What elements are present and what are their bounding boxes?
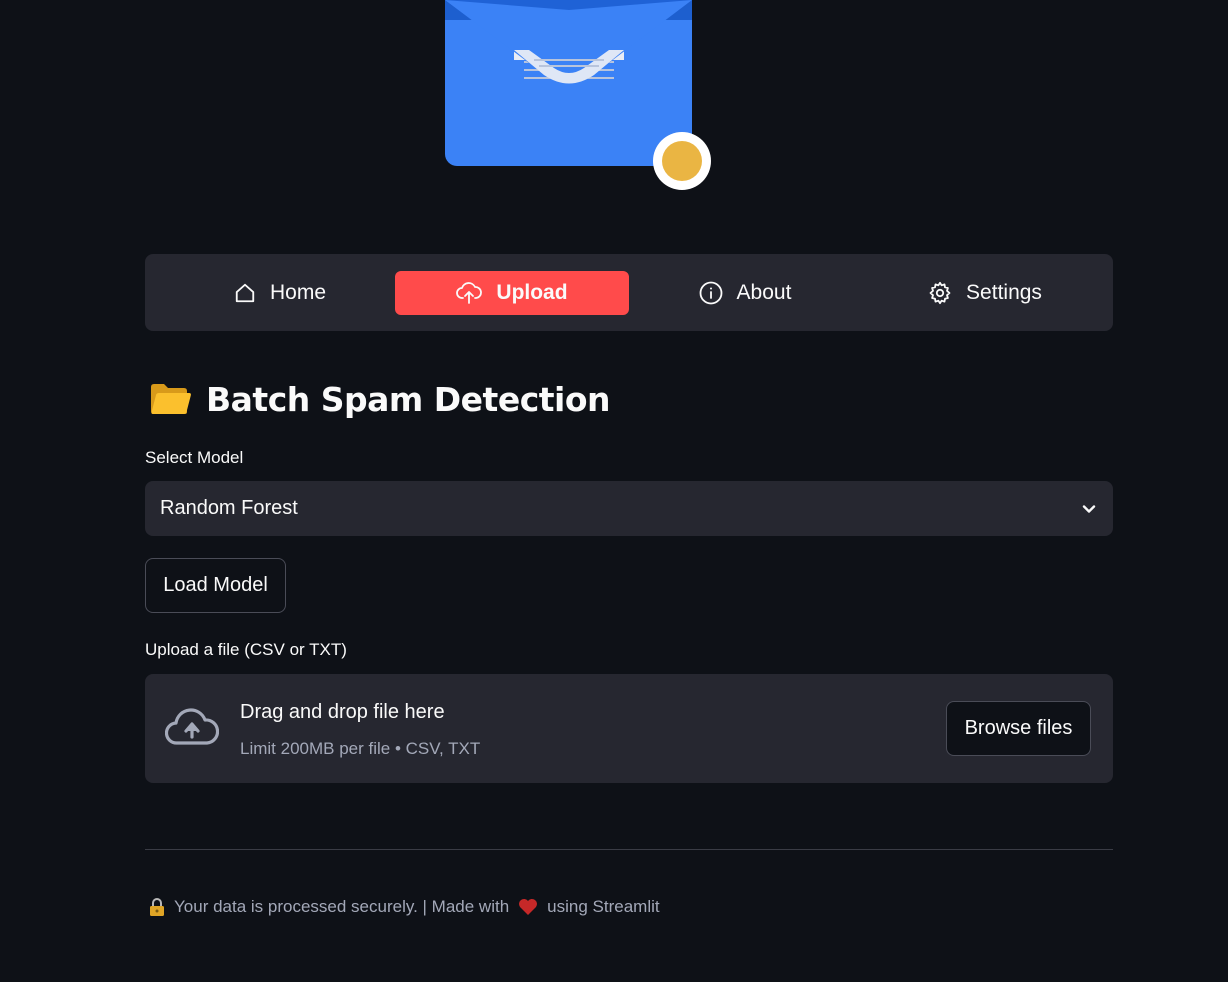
cloud-upload-icon — [456, 282, 483, 304]
divider — [145, 849, 1113, 850]
dropzone-limit-text: Limit 200MB per file • CSV, TXT — [240, 739, 481, 758]
model-select-value: Random Forest — [160, 497, 298, 519]
footer-text-before: Your data is processed securely. | Made … — [174, 897, 510, 916]
dropzone-title: Drag and drop file here — [240, 701, 445, 723]
model-select[interactable]: Random Forest — [145, 481, 1113, 536]
folder-icon — [151, 384, 191, 414]
app-page: Home Upload About Settings Batch Spam De… — [0, 0, 1228, 982]
select-model-label: Select Model — [145, 448, 244, 467]
footer: Your data is processed securely. | Made … — [148, 897, 660, 917]
info-icon — [699, 281, 722, 305]
nav-item-upload[interactable]: Upload — [395, 271, 629, 315]
house-icon — [235, 283, 255, 303]
cloud-upload-icon — [165, 708, 219, 745]
upload-label: Upload a file (CSV or TXT) — [145, 640, 347, 659]
nav-item-settings[interactable]: Settings — [885, 271, 1085, 315]
nav-menu: Home Upload About Settings — [145, 254, 1113, 331]
nav-item-label: Home — [269, 281, 327, 304]
footer-text-after: using Streamlit — [547, 897, 660, 916]
nav-item-about[interactable]: About — [665, 271, 825, 315]
gear-icon — [929, 281, 951, 305]
nav-item-label: Upload — [496, 281, 568, 304]
envelope-logo-icon — [445, 0, 711, 190]
page-title-row: Batch Spam Detection — [148, 372, 611, 426]
page-title: Batch Spam Detection — [206, 379, 611, 419]
nav-item-label: About — [736, 281, 792, 304]
nav-item-home[interactable]: Home — [205, 271, 355, 315]
heart-icon — [519, 899, 538, 915]
lock-icon — [150, 898, 164, 916]
chevron-down-icon — [1082, 504, 1096, 513]
browse-files-button[interactable]: Browse files — [946, 701, 1091, 756]
file-dropzone[interactable]: Drag and drop file here Limit 200MB per … — [145, 674, 1113, 783]
nav-item-label: Settings — [966, 281, 1042, 304]
load-model-button[interactable]: Load Model — [145, 558, 286, 613]
